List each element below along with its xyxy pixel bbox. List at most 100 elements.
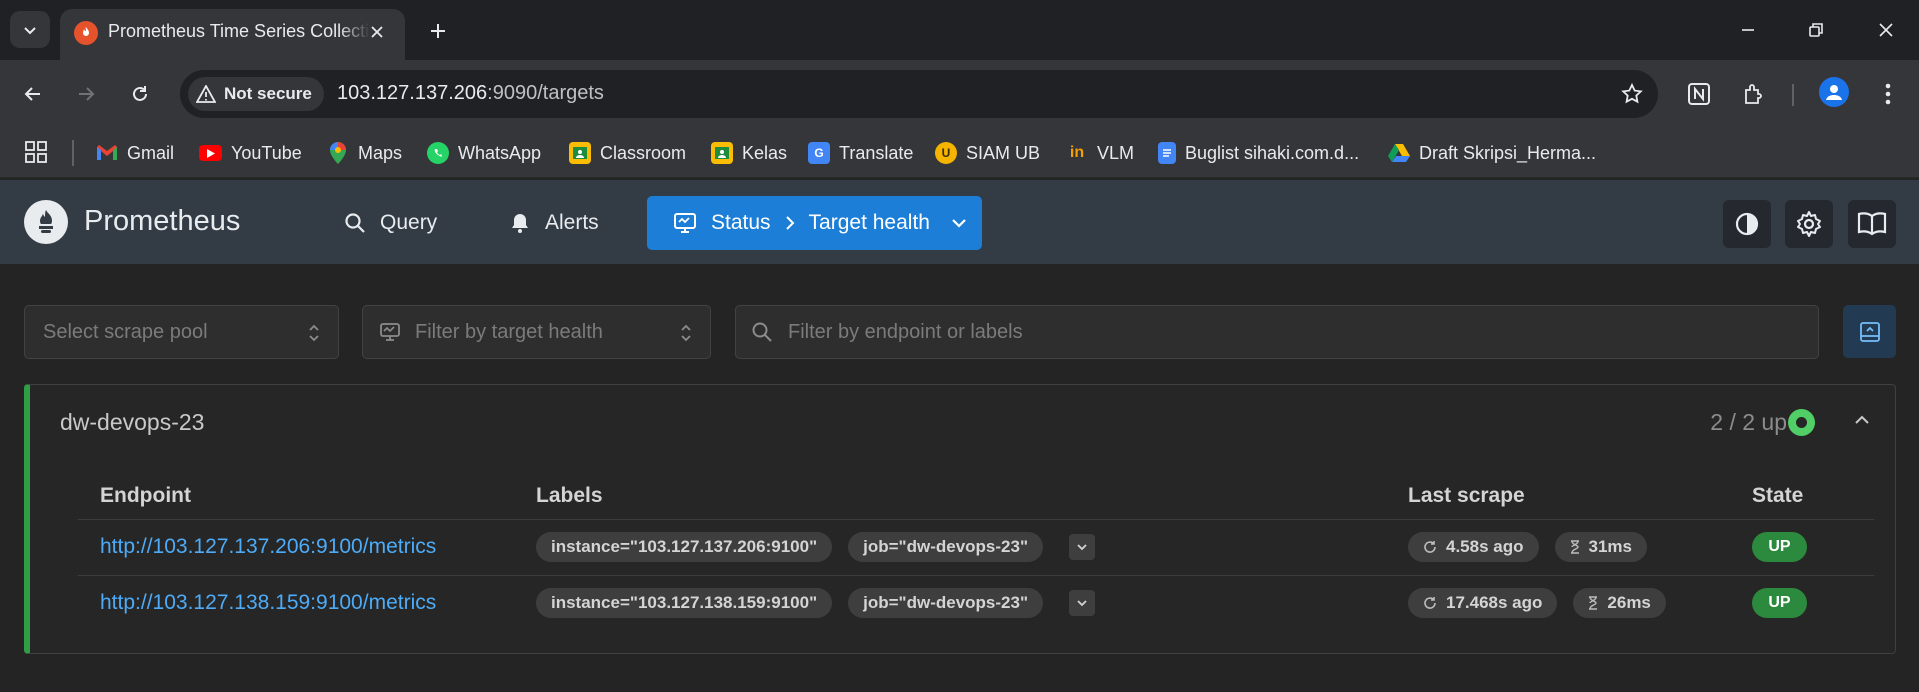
security-label: Not secure [224, 84, 312, 103]
bookmark-label: SIAM UB [966, 142, 1041, 163]
bookmark-label: Gmail [127, 142, 175, 163]
bookmark-kelas[interactable]: Kelas [711, 140, 787, 166]
bookmark-label: VLM [1097, 142, 1135, 163]
docs-icon [1158, 142, 1176, 164]
bookmark-label: Buglist sihaki.com.d... [1185, 142, 1360, 163]
scrape-pool-card: dw-devops-23 2 / 2 up Endpoint Labels La… [24, 384, 1896, 654]
url-path: :9090/targets [487, 82, 604, 104]
table-row: http://103.127.137.206:9100/metrics inst… [78, 519, 1874, 576]
collapse-all-pools-button[interactable] [1843, 305, 1896, 358]
chevron-down-icon [1077, 544, 1087, 551]
bookmark-star-icon[interactable] [1620, 82, 1644, 111]
scrape-pool-select[interactable]: Select scrape pool [24, 305, 339, 359]
bookmark-maps[interactable]: Maps [327, 140, 402, 166]
last-scrape-badge: 17.468s ago [1408, 588, 1558, 619]
chevron-down-icon [952, 219, 966, 228]
column-labels: Labels [514, 473, 1386, 520]
table-header-row: Endpoint Labels Last scrape State [78, 473, 1874, 520]
endpoint-link[interactable]: http://103.127.137.206:9100/metrics [100, 535, 436, 558]
scrape-duration-badge: 26ms [1573, 588, 1666, 619]
theme-toggle-button[interactable] [1723, 200, 1771, 248]
nav-alerts[interactable]: Alerts [495, 196, 613, 250]
nav-status-target-health[interactable]: Status Target health [647, 196, 982, 250]
brand-name[interactable]: Prometheus [84, 205, 240, 238]
pool-health-indicator [1788, 409, 1815, 436]
expand-labels-button[interactable] [1069, 590, 1096, 617]
browser-tab[interactable]: Prometheus Time Series Collection and Pr… [60, 9, 405, 60]
bookmark-label: WhatsApp [458, 142, 542, 163]
settings-button[interactable] [1785, 200, 1833, 248]
last-scrape-value: 4.58s ago [1446, 537, 1524, 556]
close-window-button[interactable] [1862, 10, 1910, 50]
bookmark-youtube[interactable]: YouTube [199, 140, 302, 166]
bookmark-buglist[interactable]: Buglist sihaki.com.d... [1158, 140, 1359, 166]
pool-name[interactable]: dw-devops-23 [60, 409, 204, 436]
documentation-button[interactable] [1848, 200, 1896, 248]
minimize-button[interactable] [1724, 10, 1772, 50]
monitor-icon [379, 322, 401, 348]
bookmark-draft-skripsi[interactable]: Draft Skripsi_Herma... [1388, 140, 1596, 166]
select-caret-icon [308, 324, 320, 348]
reload-button[interactable] [120, 74, 160, 114]
bookmark-whatsapp[interactable]: WhatsApp [427, 140, 541, 166]
expand-labels-button[interactable] [1069, 534, 1096, 560]
restore-button[interactable] [1792, 10, 1840, 50]
bookmark-gmail[interactable]: Gmail [96, 140, 174, 166]
label-badge-instance: instance="103.127.137.206:9100" [536, 532, 833, 562]
monitor-icon [674, 213, 696, 233]
label-badge-job: job="dw-devops-23" [848, 588, 1044, 619]
refresh-icon [1424, 597, 1436, 610]
notion-extension-icon[interactable] [1681, 76, 1717, 112]
hourglass-icon [1570, 540, 1579, 554]
security-chip[interactable]: Not secure [188, 77, 324, 111]
label-badge-job: job="dw-devops-23" [848, 532, 1044, 562]
bookmark-classroom[interactable]: Classroom [569, 140, 686, 166]
forward-arrow-icon [79, 87, 95, 101]
bookmark-label: Classroom [600, 142, 687, 163]
nav-target-health-label: Target health [808, 211, 930, 234]
nav-status-label: Status [711, 211, 771, 234]
forward-button[interactable] [66, 74, 106, 114]
url-text[interactable]: 103.127.137.206:9090/targets [337, 82, 604, 105]
tab-search-button[interactable] [10, 11, 50, 48]
bookmarks-divider [72, 140, 74, 166]
bookmark-translate[interactable]: G Translate [808, 140, 913, 166]
translate-icon: G [808, 142, 830, 164]
hourglass-icon [1589, 596, 1598, 610]
endpoint-link[interactable]: http://103.127.138.159:9100/metrics [100, 591, 436, 614]
endpoint-label-search-input[interactable]: Filter by endpoint or labels [735, 305, 1819, 359]
column-state: State [1730, 473, 1874, 520]
classroom-icon [569, 142, 591, 164]
refresh-icon [1424, 541, 1436, 553]
back-button[interactable] [13, 74, 53, 114]
state-badge: UP [1752, 588, 1807, 619]
new-tab-button[interactable] [420, 16, 456, 46]
book-icon [1857, 212, 1887, 236]
scrape-duration-value: 31ms [1588, 537, 1632, 556]
bookmark-vlm[interactable]: in VLM [1066, 140, 1134, 166]
apps-grid-icon[interactable] [24, 140, 48, 169]
collapse-icon [1859, 321, 1880, 342]
close-tab-icon[interactable] [365, 20, 389, 44]
target-health-filter[interactable]: Filter by target health [362, 305, 711, 359]
contrast-icon [1735, 212, 1759, 236]
search-placeholder: Filter by endpoint or labels [788, 320, 1023, 343]
bookmark-siam-ub[interactable]: U SIAM UB [935, 140, 1040, 166]
address-bar[interactable]: Not secure 103.127.137.206:9090/targets [180, 70, 1658, 118]
tab-title: Prometheus Time Series Collection and Pr… [108, 21, 370, 41]
profile-avatar-icon[interactable] [1819, 77, 1849, 107]
bookmark-label: YouTube [231, 142, 302, 163]
nav-query[interactable]: Query [330, 196, 451, 250]
siam-icon: U [935, 142, 957, 164]
extensions-puzzle-icon[interactable] [1736, 76, 1772, 112]
last-scrape-value: 17.468s ago [1446, 593, 1543, 613]
warning-icon [196, 85, 216, 103]
minimize-icon [1742, 29, 1754, 31]
collapse-pool-chevron-icon[interactable] [1853, 411, 1871, 434]
kelas-icon [711, 142, 733, 164]
close-icon [1879, 23, 1893, 37]
gmail-icon [96, 142, 118, 164]
browser-menu-icon[interactable] [1870, 76, 1906, 112]
prometheus-logo-icon[interactable] [24, 200, 68, 244]
drive-icon [1388, 142, 1410, 164]
